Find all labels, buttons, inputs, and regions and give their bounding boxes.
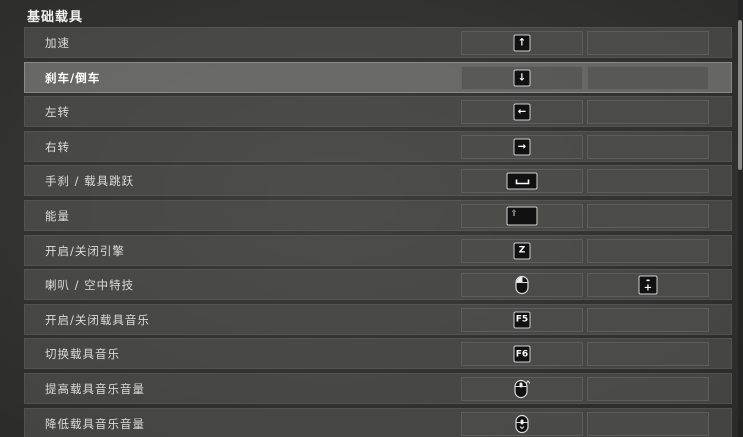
keybinding-row-brake-reverse[interactable]: 刹车/倒车 ↓ bbox=[24, 61, 732, 93]
keybinding-label: 开启/关闭载具音乐 bbox=[45, 312, 150, 327]
secondary-binding-slot[interactable] bbox=[587, 65, 709, 90]
section-title: 基础载具 bbox=[27, 10, 84, 25]
keybinding-row-engine-toggle[interactable]: 开启/关闭引擎 Z bbox=[24, 234, 732, 266]
keybinding-label: 开启/关闭引擎 bbox=[45, 243, 125, 258]
keybinding-row-turn-right[interactable]: 右转 → bbox=[24, 130, 732, 162]
primary-binding-slot[interactable]: Z bbox=[461, 238, 583, 263]
primary-binding-slot[interactable]: ↓ bbox=[461, 65, 583, 90]
primary-binding-slot[interactable]: ↑ bbox=[461, 31, 583, 55]
keybinding-label: 左转 bbox=[45, 105, 70, 120]
arrow-right-key-icon: → bbox=[513, 138, 531, 156]
mouse-scroll-up-icon bbox=[514, 379, 530, 399]
keybinding-settings-panel: 基础载具 加速 ↑ 刹车/倒车 ↓ 左转 ← 右转 → 手刹 / 载具跳跃 能量… bbox=[0, 0, 743, 437]
secondary-binding-slot[interactable] bbox=[587, 100, 709, 125]
primary-binding-slot[interactable] bbox=[461, 376, 583, 401]
z-key-icon: Z bbox=[513, 242, 531, 260]
secondary-binding-slot[interactable]: ▬ + bbox=[587, 273, 709, 298]
keybinding-label: 提高载具音乐音量 bbox=[45, 381, 145, 396]
secondary-binding-slot[interactable] bbox=[587, 411, 709, 436]
shift-key-icon: ⇧ bbox=[506, 206, 538, 226]
secondary-binding-slot[interactable] bbox=[587, 169, 709, 194]
keybinding-label: 右转 bbox=[45, 139, 70, 154]
f6-key-icon: F6 bbox=[513, 345, 531, 363]
keybinding-row-accelerate[interactable]: 加速 ↑ bbox=[24, 27, 732, 58]
primary-binding-slot[interactable]: ← bbox=[461, 100, 583, 125]
keybinding-row-horn-air-trick[interactable]: 喇叭 / 空中特技 ▬ + bbox=[24, 269, 732, 301]
primary-binding-slot[interactable]: F5 bbox=[461, 307, 583, 332]
keybinding-row-music-volume-up[interactable]: 提高载具音乐音量 bbox=[24, 372, 732, 404]
keybinding-label: 降低载具音乐音量 bbox=[45, 416, 145, 431]
f5-key-icon: F5 bbox=[513, 311, 531, 329]
primary-binding-slot[interactable] bbox=[461, 411, 583, 436]
mouse-scroll-down-icon bbox=[515, 414, 529, 433]
secondary-binding-slot[interactable] bbox=[587, 307, 709, 332]
secondary-binding-slot[interactable] bbox=[587, 203, 709, 228]
mouse-left-click-icon bbox=[515, 276, 529, 295]
secondary-binding-slot[interactable] bbox=[587, 134, 709, 159]
keybinding-row-vehicle-music-toggle[interactable]: 开启/关闭载具音乐 F5 bbox=[24, 303, 732, 335]
keybinding-row-boost[interactable]: 能量 ⇧ bbox=[24, 199, 732, 231]
keybinding-label: 喇叭 / 空中特技 bbox=[45, 278, 135, 293]
primary-binding-slot[interactable]: ⇧ bbox=[461, 203, 583, 228]
secondary-binding-slot[interactable] bbox=[587, 31, 709, 55]
keybinding-label: 能量 bbox=[45, 208, 70, 223]
mouse-wheel-button-icon: ▬ + bbox=[638, 275, 658, 295]
secondary-binding-slot[interactable] bbox=[587, 376, 709, 401]
keybinding-row-handbrake-jump[interactable]: 手刹 / 载具跳跃 bbox=[24, 165, 732, 197]
keybinding-label: 加速 bbox=[45, 36, 70, 50]
arrow-left-key-icon: ← bbox=[513, 103, 531, 121]
spacebar-key-icon bbox=[506, 172, 538, 190]
primary-binding-slot[interactable] bbox=[461, 273, 583, 298]
arrow-up-key-icon: ↑ bbox=[513, 34, 531, 52]
keybinding-row-switch-vehicle-music[interactable]: 切换载具音乐 F6 bbox=[24, 338, 732, 370]
keybinding-row-music-volume-down[interactable]: 降低载具音乐音量 bbox=[24, 407, 732, 437]
secondary-binding-slot[interactable] bbox=[587, 342, 709, 367]
primary-binding-slot[interactable] bbox=[461, 169, 583, 194]
keybinding-row-turn-left[interactable]: 左转 ← bbox=[24, 96, 732, 128]
keybinding-label: 手刹 / 载具跳跃 bbox=[45, 174, 135, 189]
keybinding-label: 切换载具音乐 bbox=[45, 347, 120, 362]
keybinding-label: 刹车/倒车 bbox=[45, 70, 101, 85]
arrow-down-key-icon: ↓ bbox=[513, 69, 531, 87]
scrollbar-thumb[interactable] bbox=[738, 20, 742, 170]
primary-binding-slot[interactable]: → bbox=[461, 134, 583, 159]
primary-binding-slot[interactable]: F6 bbox=[461, 342, 583, 367]
secondary-key-text: + bbox=[643, 282, 653, 294]
secondary-binding-slot[interactable] bbox=[587, 238, 709, 263]
keybinding-list: 加速 ↑ 刹车/倒车 ↓ 左转 ← 右转 → 手刹 / 载具跳跃 能量 ⇧ 开启… bbox=[24, 27, 732, 437]
